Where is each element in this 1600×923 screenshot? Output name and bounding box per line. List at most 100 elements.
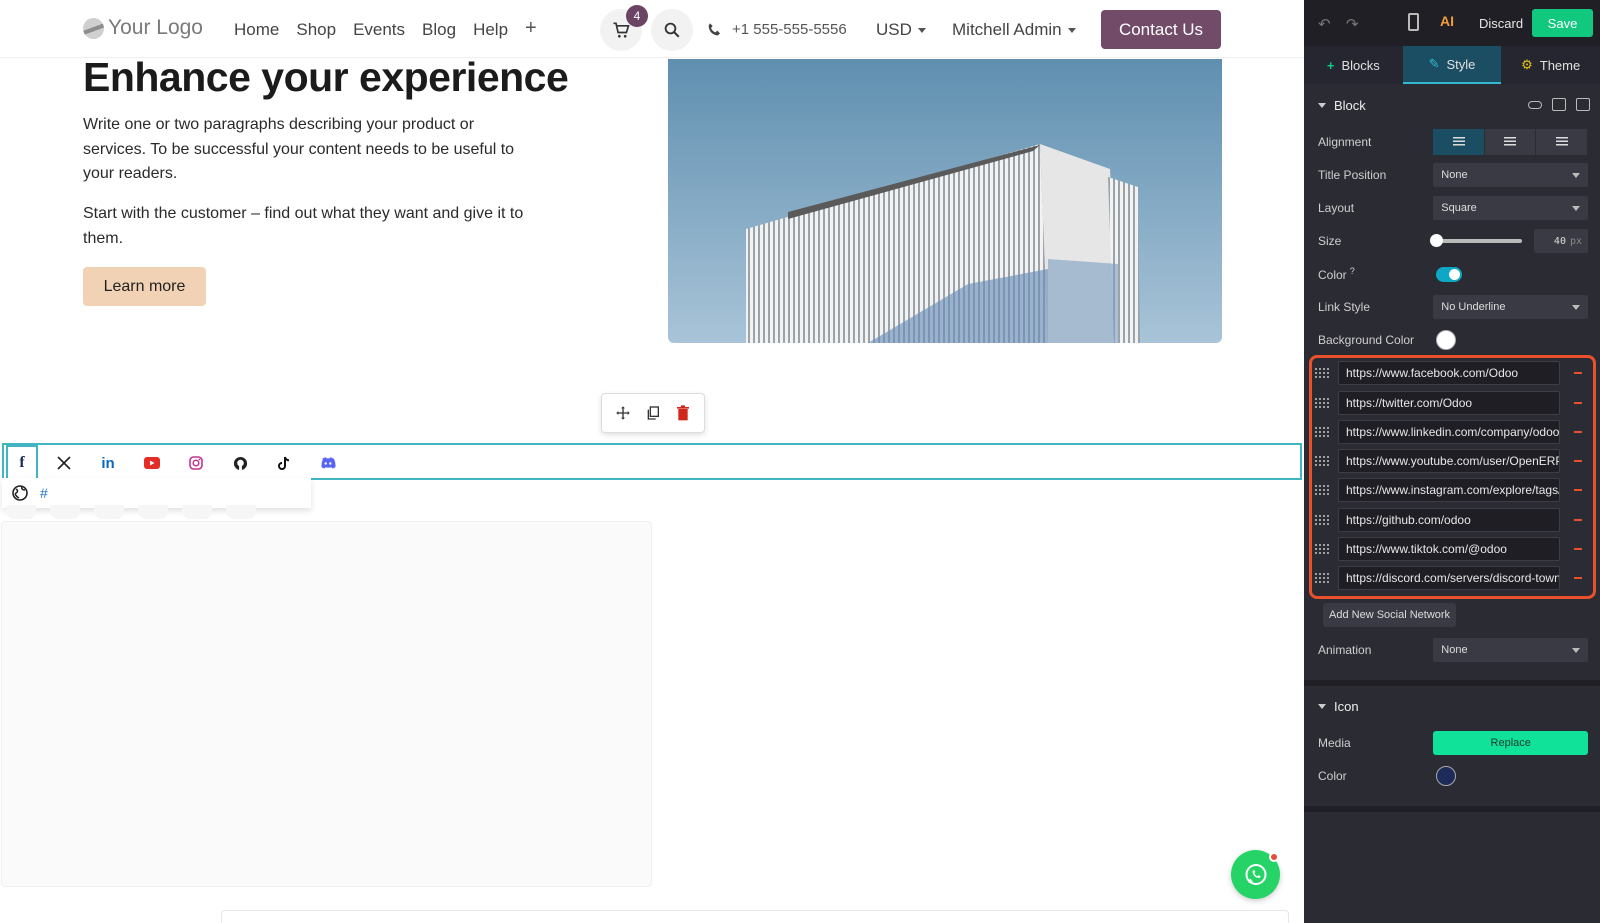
social-link-input[interactable]: https://www.youtube.com/user/OpenERPonli…	[1338, 449, 1560, 473]
undo-icon[interactable]: ↶	[1318, 15, 1331, 33]
social-icon-dropdown: #	[2, 478, 311, 508]
background-color-row: Background Color	[1318, 327, 1588, 353]
layout-select[interactable]: Square	[1433, 196, 1588, 220]
drag-handle-icon[interactable]	[1314, 367, 1330, 379]
social-link-input[interactable]: https://discord.com/servers/discord-town…	[1338, 566, 1560, 590]
duplicate-icon[interactable]	[1552, 98, 1566, 111]
drag-handle-icon[interactable]	[1314, 543, 1330, 555]
whatsapp-icon	[1245, 863, 1266, 885]
learn-more-button[interactable]: Learn more	[83, 267, 206, 306]
mobile-preview-icon[interactable]	[1408, 13, 1419, 31]
search-button[interactable]	[651, 9, 693, 51]
color-help-icon[interactable]: ?	[1350, 266, 1355, 276]
tab-style[interactable]: ✎ Style	[1402, 46, 1502, 84]
social-link-input[interactable]: https://github.com/odoo	[1338, 508, 1560, 532]
title-position-value: None	[1441, 169, 1468, 181]
nav-item-shop[interactable]: Shop	[296, 20, 336, 40]
social-link-input[interactable]: https://www.tiktok.com/@odoo	[1338, 537, 1560, 561]
discard-button[interactable]: Discard	[1479, 16, 1523, 31]
remove-link-icon[interactable]	[1574, 402, 1582, 404]
nav-item-help[interactable]: Help	[473, 20, 508, 40]
instagram-icon[interactable]	[184, 451, 208, 475]
save-button[interactable]: Save	[1532, 9, 1593, 37]
nav-item-home[interactable]: Home	[234, 20, 279, 40]
tiktok-icon[interactable]	[272, 451, 296, 475]
user-menu[interactable]: Mitchell Admin	[952, 20, 1076, 40]
x-twitter-icon[interactable]	[52, 451, 76, 475]
drag-handle-icon[interactable]	[1314, 455, 1330, 467]
ai-icon[interactable]: AI	[1440, 13, 1454, 29]
size-slider[interactable]	[1430, 234, 1522, 247]
nav-add-icon[interactable]: +	[525, 18, 537, 40]
title-position-label: Title Position	[1318, 168, 1387, 182]
remove-link-icon[interactable]	[1574, 577, 1582, 579]
move-icon[interactable]	[611, 401, 635, 425]
hero-paragraph-1[interactable]: Write one or two paragraphs describing y…	[83, 113, 535, 187]
alignment-row: Alignment	[1318, 129, 1588, 155]
remove-link-icon[interactable]	[1574, 548, 1582, 550]
contact-us-button[interactable]: Contact Us	[1101, 10, 1221, 49]
social-link-row: https://www.linkedin.com/company/odoo	[1314, 419, 1596, 445]
cart-button[interactable]: 4	[600, 5, 648, 51]
duplicate-icon[interactable]	[641, 401, 665, 425]
link-icon[interactable]	[1528, 101, 1542, 109]
linkedin-icon[interactable]: in	[96, 451, 120, 475]
social-link-row: https://www.tiktok.com/@odoo	[1314, 536, 1596, 562]
remove-link-icon[interactable]	[1574, 431, 1582, 433]
remove-link-icon[interactable]	[1574, 372, 1582, 374]
social-link-input[interactable]: https://www.instagram.com/explore/tags/o…	[1338, 478, 1560, 502]
whatsapp-button[interactable]	[1231, 850, 1280, 899]
social-link-input[interactable]: https://twitter.com/Odoo	[1338, 391, 1560, 415]
hero-title[interactable]: Enhance your experience	[83, 54, 569, 101]
nav-item-blog[interactable]: Blog	[422, 20, 456, 40]
size-input[interactable]: 40 px	[1533, 229, 1589, 253]
drag-handle-icon[interactable]	[1314, 514, 1330, 526]
align-left-button[interactable]	[1433, 129, 1485, 155]
social-link-input[interactable]: https://www.facebook.com/Odoo	[1338, 361, 1560, 385]
remove-link-icon[interactable]	[1574, 519, 1582, 521]
animation-select[interactable]: None	[1433, 638, 1588, 662]
background-color-swatch[interactable]	[1436, 330, 1456, 350]
redo-icon[interactable]: ↷	[1346, 15, 1359, 33]
block-actions	[1528, 98, 1590, 111]
discord-icon[interactable]	[316, 451, 340, 475]
link-style-select[interactable]: No Underline	[1433, 295, 1588, 319]
hash-link[interactable]: #	[40, 485, 48, 501]
hero-paragraph-2[interactable]: Start with the customer – find out what …	[83, 202, 535, 251]
social-link-row: https://github.com/odoo	[1314, 507, 1596, 533]
trash-icon[interactable]	[671, 401, 695, 425]
drag-handle-icon[interactable]	[1314, 426, 1330, 438]
drag-handle-icon[interactable]	[1314, 397, 1330, 409]
color-toggle[interactable]	[1436, 266, 1462, 282]
drag-handle-icon[interactable]	[1314, 572, 1330, 584]
nav-item-events[interactable]: Events	[353, 20, 405, 40]
drag-handle-icon[interactable]	[1314, 484, 1330, 496]
collapse-icon	[1318, 102, 1326, 108]
chevron-down-icon	[1572, 205, 1580, 211]
content-placeholder	[1, 521, 652, 887]
youtube-icon[interactable]	[140, 451, 164, 475]
icon-color-swatch[interactable]	[1436, 766, 1456, 786]
replace-media-button[interactable]: Replace	[1433, 731, 1588, 755]
size-slider-handle[interactable]	[1430, 234, 1444, 247]
hero-building-image[interactable]	[668, 59, 1222, 343]
facebook-icon[interactable]: f	[6, 445, 38, 478]
remove-link-icon[interactable]	[1574, 489, 1582, 491]
icon-color-row: Color	[1318, 763, 1588, 789]
globe-icon[interactable]	[12, 485, 28, 501]
add-social-network-button[interactable]: Add New Social Network	[1323, 603, 1457, 627]
phone-link[interactable]: +1 555-555-5556	[706, 21, 847, 38]
align-center-button[interactable]	[1484, 129, 1537, 155]
align-right-button[interactable]	[1536, 129, 1588, 155]
github-icon[interactable]	[228, 451, 252, 475]
icon-section-header[interactable]: Icon	[1304, 688, 1600, 724]
tab-blocks[interactable]: + Blocks	[1304, 46, 1403, 84]
currency-dropdown[interactable]: USD	[876, 20, 926, 40]
tab-theme[interactable]: ⚙ Theme	[1501, 46, 1600, 84]
block-section-header[interactable]: Block	[1304, 87, 1600, 123]
trash-icon[interactable]	[1576, 98, 1590, 111]
site-logo[interactable]: Your Logo	[83, 16, 203, 40]
title-position-select[interactable]: None	[1433, 163, 1588, 187]
social-link-input[interactable]: https://www.linkedin.com/company/odoo	[1338, 420, 1560, 444]
remove-link-icon[interactable]	[1574, 460, 1582, 462]
